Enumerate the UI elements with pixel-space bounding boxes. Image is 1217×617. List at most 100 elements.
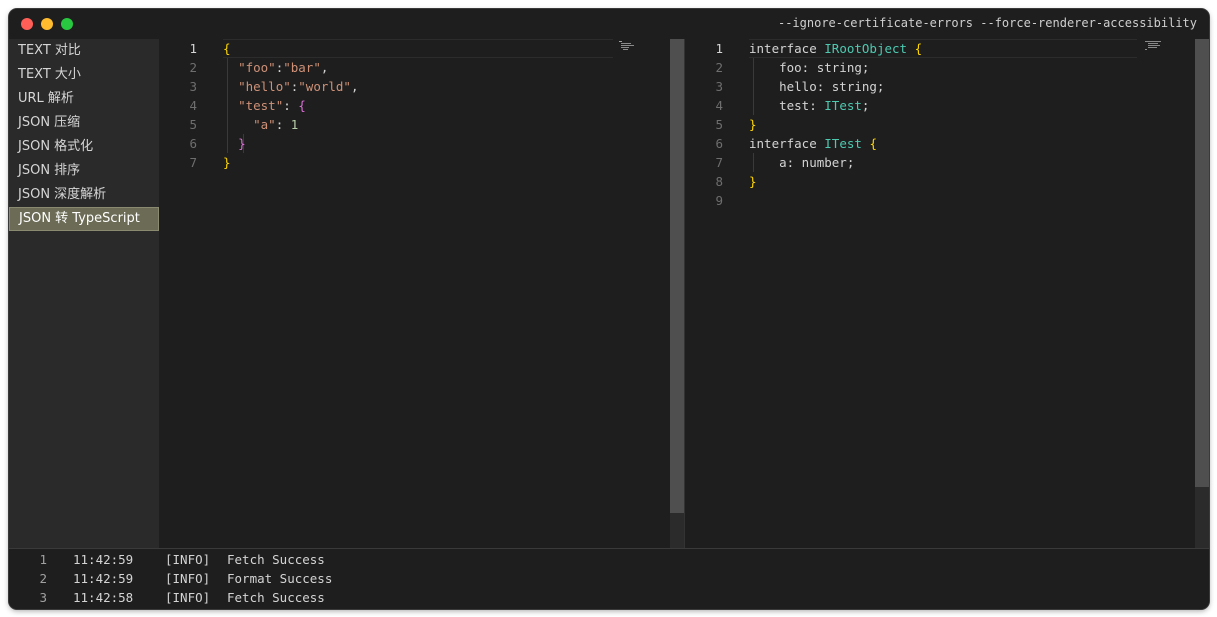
code-token: hello: string; <box>749 79 885 94</box>
log-time: 11:42:59 <box>73 552 134 567</box>
code-token: ITest <box>824 136 862 151</box>
code-line[interactable]: } <box>223 153 359 172</box>
code-content[interactable]: { "foo":"bar", "hello":"world", "test": … <box>223 39 359 172</box>
log-message: Fetch Success <box>227 590 325 605</box>
line-number: 5 <box>189 117 197 132</box>
log-level: [INFO] <box>165 590 211 605</box>
minimize-window-button[interactable] <box>41 18 53 30</box>
line-number: 6 <box>715 136 723 151</box>
code-line[interactable]: { <box>223 39 359 58</box>
code-token: interface <box>749 41 825 56</box>
line-number: 9 <box>715 193 723 208</box>
log-time: 11:42:58 <box>73 590 134 605</box>
log-message: Fetch Success <box>227 552 325 567</box>
code-token: } <box>238 136 246 151</box>
sidebar-item[interactable]: JSON 格式化 <box>9 135 159 159</box>
close-window-button[interactable] <box>21 18 33 30</box>
log-row: 2 11:42:59 [INFO] Format Success <box>9 569 1209 588</box>
code-token: } <box>749 174 757 189</box>
line-number: 5 <box>715 117 723 132</box>
minimap[interactable] <box>1145 41 1163 51</box>
code-token: ITest <box>824 98 862 113</box>
line-number: 1 <box>715 41 723 56</box>
code-line[interactable]: "a": 1 <box>223 115 359 134</box>
log-row: 1 11:42:59 [INFO] Fetch Success <box>9 550 1209 569</box>
log-console: 1 11:42:59 [INFO] Fetch Success 2 11:42:59 [IN… <box>9 548 1209 609</box>
line-number: 3 <box>715 79 723 94</box>
line-number: 2 <box>189 60 197 75</box>
sidebar-item[interactable]: TEXT 大小 <box>9 63 159 87</box>
typescript-output-editor[interactable]: 1 2 3 4 5 6 7 8 9 interface IRootObject { foo: s… <box>685 39 1209 548</box>
code-token: , <box>350 79 359 94</box>
code-token: foo: string; <box>749 60 870 75</box>
code-token: : <box>283 98 299 113</box>
sidebar-item[interactable]: JSON 压缩 <box>9 111 159 135</box>
code-line[interactable]: interface ITest { <box>749 134 922 153</box>
code-line[interactable]: a: number; <box>749 153 922 172</box>
sidebar-item[interactable]: TEXT 对比 <box>9 39 159 63</box>
log-time: 11:42:59 <box>73 571 134 586</box>
code-line[interactable]: foo: string; <box>749 58 922 77</box>
code-token: { <box>298 98 306 113</box>
scrollbar-thumb[interactable] <box>670 39 684 513</box>
code-line[interactable]: } <box>223 134 359 153</box>
scrollbar-thumb[interactable] <box>1195 39 1209 487</box>
log-index: 3 <box>39 590 47 605</box>
line-number: 8 <box>715 174 723 189</box>
sidebar-item[interactable]: URL 解析 <box>9 87 159 111</box>
log-row: 3 11:42:58 [INFO] Fetch Success <box>9 588 1209 607</box>
line-number: 2 <box>715 60 723 75</box>
json-input-editor[interactable]: 1234567 { "foo":"bar", "hello":"world", … <box>159 39 684 548</box>
window-title: --ignore-certificate-errors --force-rend… <box>777 16 1197 30</box>
code-line[interactable]: "hello":"world", <box>223 77 359 96</box>
code-line[interactable]: interface IRootObject { <box>749 39 922 58</box>
code-token: "a" <box>253 117 276 132</box>
line-number: 7 <box>715 155 723 170</box>
log-level: [INFO] <box>165 552 211 567</box>
code-line[interactable]: } <box>749 115 922 134</box>
code-token: { <box>914 41 923 56</box>
code-token: 1 <box>290 117 299 132</box>
code-token: , <box>320 60 329 75</box>
code-token: "bar" <box>283 60 321 75</box>
line-number: 4 <box>189 98 197 113</box>
line-number: 6 <box>189 136 197 151</box>
code-token: { <box>223 41 231 56</box>
line-number: 1 <box>189 41 197 56</box>
code-token: : <box>275 117 291 132</box>
code-line[interactable]: "foo":"bar", <box>223 58 359 77</box>
minimap[interactable] <box>619 41 637 51</box>
code-token: "test" <box>238 98 284 113</box>
sidebar-item[interactable]: JSON 深度解析 <box>9 183 159 207</box>
code-token: "world" <box>298 79 351 94</box>
sidebar-item[interactable]: JSON 排序 <box>9 159 159 183</box>
code-token: } <box>223 155 231 170</box>
line-number: 4 <box>715 98 723 113</box>
code-line[interactable] <box>749 191 922 210</box>
log-index: 2 <box>39 571 47 586</box>
zoom-window-button[interactable] <box>61 18 73 30</box>
line-number: 7 <box>189 155 197 170</box>
line-number-gutter: 1 2 3 4 5 6 7 <box>159 39 211 172</box>
code-line[interactable]: "test": { <box>223 96 359 115</box>
log-index: 1 <box>39 552 47 567</box>
sidebar: TEXT 对比 TEXT 大小 URL 解析 JSON 压缩 JSON 格式化 JSON … <box>9 39 159 548</box>
sidebar-item[interactable]: JSON 转 TypeScript <box>9 207 159 231</box>
code-line[interactable]: } <box>749 172 922 191</box>
code-content[interactable]: interface IRootObject { foo: string; hel… <box>749 39 922 210</box>
code-line[interactable]: test: ITest; <box>749 96 922 115</box>
code-line[interactable]: hello: string; <box>749 77 922 96</box>
log-message: Format Success <box>227 571 333 586</box>
code-token: ; <box>861 98 870 113</box>
vertical-scrollbar[interactable] <box>670 39 684 548</box>
title-bar: --ignore-certificate-errors --force-rend… <box>9 9 1209 39</box>
code-token: { <box>869 136 877 151</box>
vertical-scrollbar[interactable] <box>1195 39 1209 548</box>
code-token: a: number; <box>749 155 855 170</box>
log-level: [INFO] <box>165 571 211 586</box>
